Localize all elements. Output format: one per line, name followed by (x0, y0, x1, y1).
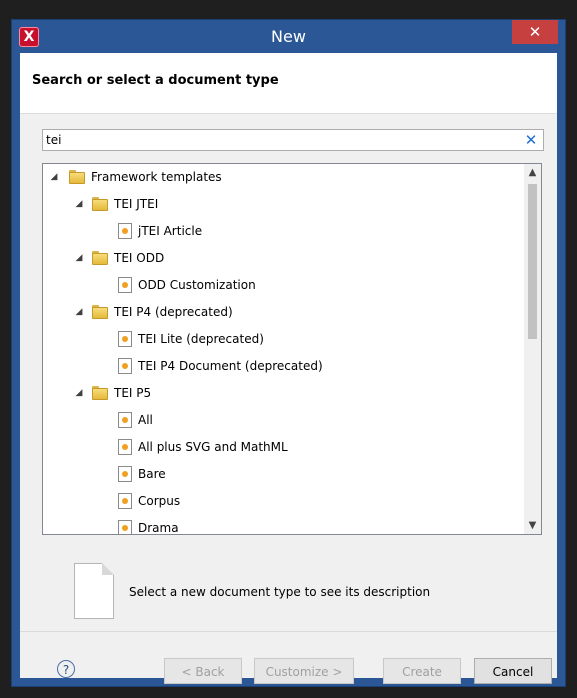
new-dialog-window: X New ✕ Search or select a document type… (12, 20, 565, 686)
expand-arrow-icon[interactable]: ◢ (74, 245, 84, 272)
template-file-icon (118, 331, 132, 347)
template-file-icon (118, 493, 132, 509)
tree-item-label: Bare (138, 467, 166, 481)
expand-arrow-icon[interactable]: ◢ (74, 191, 84, 218)
search-box[interactable]: ✕ (42, 129, 544, 151)
tree-item-odd-customization[interactable]: ODD Customization (43, 272, 523, 299)
create-button[interactable]: Create (383, 658, 461, 684)
blank-document-icon (74, 563, 114, 619)
folder-icon (92, 197, 108, 211)
tree-item-all-plus-svg-mathml[interactable]: All plus SVG and MathML (43, 434, 523, 461)
tree-item-corpus[interactable]: Corpus (43, 488, 523, 515)
tree-item-label: ODD Customization (138, 278, 256, 292)
tree-item-label: All (138, 413, 153, 427)
tree-item-label: All plus SVG and MathML (138, 440, 288, 454)
folder-icon (92, 305, 108, 319)
tree-item-label: Framework templates (91, 170, 222, 184)
template-file-icon (118, 223, 132, 239)
back-button[interactable]: < Back (164, 658, 242, 684)
tree-item-label: TEI P4 Document (deprecated) (138, 359, 323, 373)
template-file-icon (118, 439, 132, 455)
tree-item-label: TEI JTEI (114, 197, 159, 211)
template-file-icon (118, 358, 132, 374)
scroll-up-arrow-icon[interactable]: ▲ (524, 164, 541, 181)
folder-icon (92, 386, 108, 400)
window-title: New (271, 27, 306, 46)
tree-item-tei-p4[interactable]: ◢ TEI P4 (deprecated) (43, 299, 523, 326)
tree-vertical-scrollbar[interactable]: ▲ ▼ (524, 164, 541, 534)
tree-item-label: TEI P4 (deprecated) (114, 305, 233, 319)
folder-icon (92, 251, 108, 265)
tree-item-tei-lite[interactable]: TEI Lite (deprecated) (43, 326, 523, 353)
document-type-tree[interactable]: ◢ Framework templates ◢ TEI JTEI jTEI Ar… (42, 163, 542, 535)
dialog-client: Search or select a document type ✕ ◢ Fra… (20, 53, 557, 684)
folder-icon (69, 170, 85, 184)
tree-item-framework-templates[interactable]: ◢ Framework templates (43, 164, 523, 191)
tree-item-tei-odd[interactable]: ◢ TEI ODD (43, 245, 523, 272)
expand-arrow-icon[interactable]: ◢ (49, 164, 59, 191)
tree-item-label: jTEI Article (138, 224, 203, 238)
tree-item-tei-p5[interactable]: ◢ TEI P5 (43, 380, 523, 407)
template-file-icon (118, 520, 132, 534)
expand-arrow-icon[interactable]: ◢ (74, 380, 84, 407)
scroll-down-arrow-icon[interactable]: ▼ (524, 517, 541, 534)
tree-item-label: TEI ODD (114, 251, 165, 265)
tree-item-label: Corpus (138, 494, 181, 508)
template-file-icon (118, 277, 132, 293)
tree-item-tei-jtei[interactable]: ◢ TEI JTEI (43, 191, 523, 218)
tree-item-label: TEI P5 (114, 386, 152, 400)
tree-item-label: TEI Lite (deprecated) (138, 332, 264, 346)
tree-item-all[interactable]: All (43, 407, 523, 434)
cancel-button[interactable]: Cancel (474, 658, 552, 684)
clear-search-icon[interactable]: ✕ (523, 131, 539, 149)
scrollbar-thumb[interactable] (528, 184, 537, 339)
dialog-header: Search or select a document type (20, 53, 557, 114)
search-input[interactable] (46, 131, 516, 149)
help-icon[interactable]: ? (57, 660, 75, 678)
tree-item-drama[interactable]: Drama (43, 515, 523, 535)
expand-arrow-icon[interactable]: ◢ (74, 299, 84, 326)
close-button[interactable]: ✕ (512, 20, 558, 44)
template-file-icon (118, 466, 132, 482)
tree-item-label: Drama (138, 521, 179, 535)
footer-divider (20, 631, 557, 632)
tree-item-bare[interactable]: Bare (43, 461, 523, 488)
customize-button[interactable]: Customize > (254, 658, 354, 684)
tree-item-jtei-article[interactable]: jTEI Article (43, 218, 523, 245)
description-text: Select a new document type to see its de… (129, 585, 431, 599)
header-title: Search or select a document type (32, 73, 279, 88)
title-bar[interactable]: X New ✕ (12, 20, 565, 53)
tree-item-tei-p4-document[interactable]: TEI P4 Document (deprecated) (43, 353, 523, 380)
template-file-icon (118, 412, 132, 428)
